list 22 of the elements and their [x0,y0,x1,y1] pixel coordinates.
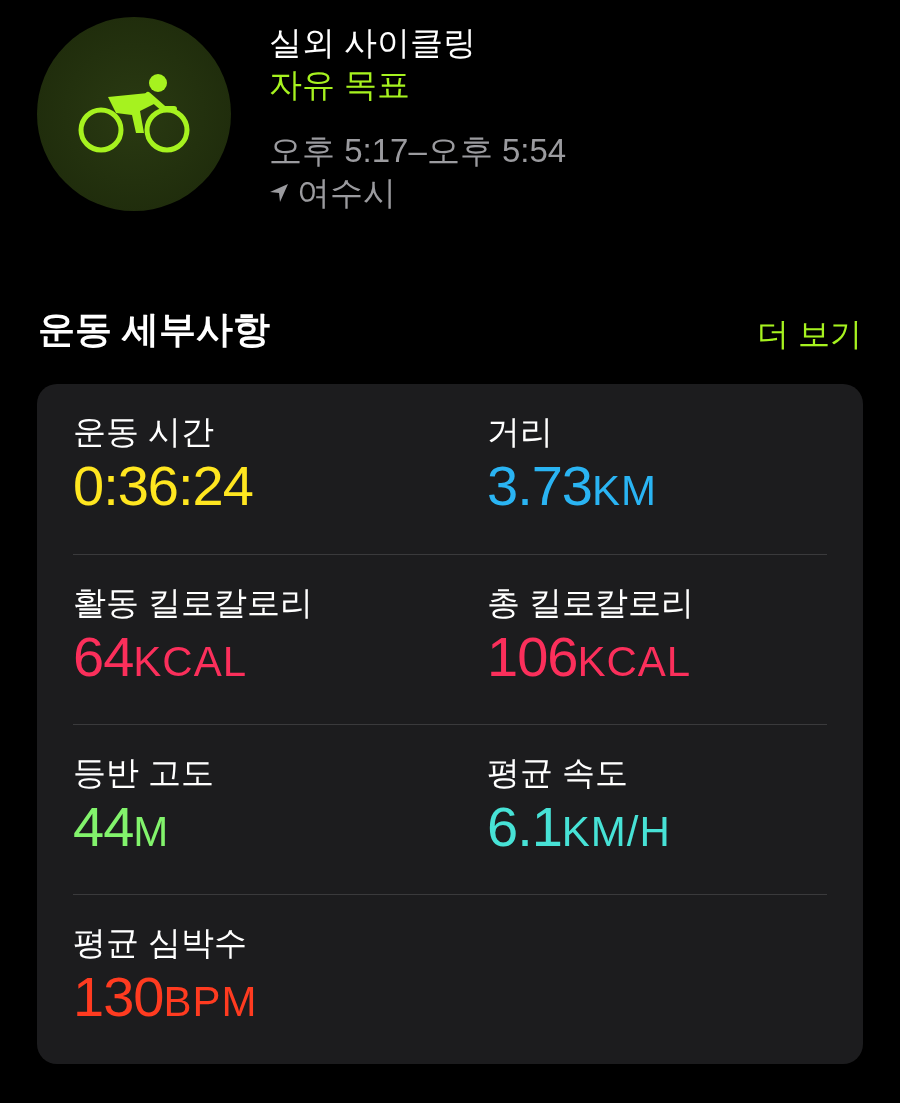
more-link[interactable]: 더 보기 [757,309,862,358]
workout-goal: 자유 목표 [269,65,412,105]
metric-label: 평균 속도 [487,752,630,793]
location: 여수시 [297,173,396,213]
workout-title: 실외 사이클링 [269,23,478,63]
cyclist-icon [78,73,190,155]
metric-value: 44M [73,794,171,860]
time-range: 오후 5:17–오후 5:54 [269,131,567,171]
metric-label: 거리 [487,411,554,452]
metric-value: 106KCAL [487,624,693,690]
metric-label: 활동 킬로칼로리 [73,582,315,623]
metric-label: 운동 시간 [73,411,216,452]
metric-value: 6.1KM/H [487,794,672,860]
section-heading: 운동 세부사항 [38,308,271,352]
location-arrow-icon [269,183,289,203]
metric-value: 130BPM [73,964,259,1030]
metric-value: 64KCAL [73,624,248,690]
metric-label: 평균 심박수 [73,922,249,963]
metric-value: 0:36:24 [73,453,254,518]
metric-label: 등반 고도 [73,752,216,793]
metric-label: 총 킬로칼로리 [487,582,696,623]
metric-value: 3.73KM [487,453,658,519]
